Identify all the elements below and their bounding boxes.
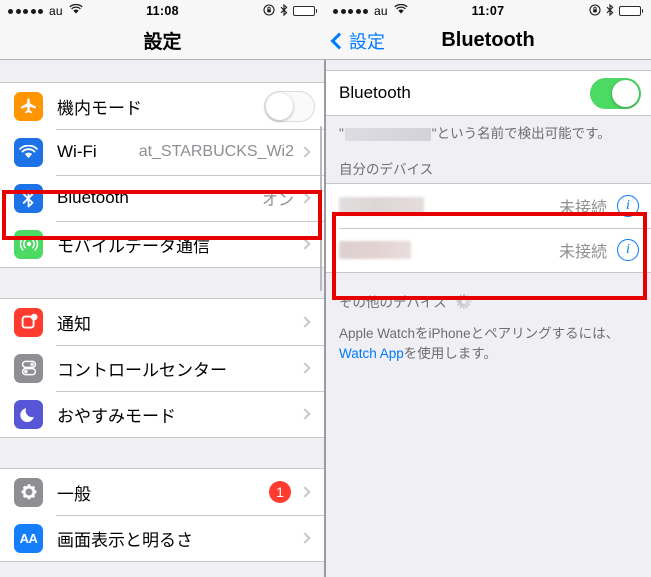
bluetooth-state-value: オン xyxy=(261,192,294,209)
chevron-right-icon xyxy=(299,362,311,374)
battery-full-icon xyxy=(292,6,317,16)
device-row[interactable]: 未接続 i xyxy=(325,228,651,273)
notification-icon xyxy=(14,307,43,337)
redacted-device-name xyxy=(339,197,424,216)
other-devices-header: その他のデバイス xyxy=(325,273,651,317)
airplane-mode-toggle[interactable] xyxy=(264,90,315,122)
cellular-icon xyxy=(14,229,43,259)
list-top-gap xyxy=(325,60,651,70)
footnote-line2: を使用します。 xyxy=(403,345,497,361)
info-circle-icon[interactable]: i xyxy=(617,239,639,262)
settings-row-label: モバイルデータ通信 xyxy=(57,236,210,256)
chevron-right-icon xyxy=(299,238,311,250)
settings-row-label: 機内モード xyxy=(57,98,142,118)
activity-spinner-icon xyxy=(456,293,472,309)
settings-row-label: 一般 xyxy=(57,484,91,504)
settings-row-label: Wi-Fi xyxy=(57,142,97,161)
watch-pairing-footnote: Apple WatchをiPhoneとペアリングするには、 Watch Appを… xyxy=(325,316,651,364)
chevron-right-icon xyxy=(299,146,311,158)
group-separator xyxy=(0,438,325,468)
chevron-right-icon xyxy=(299,532,311,544)
chevron-right-icon xyxy=(299,486,311,498)
settings-group-general: 一般 1 AA 画面表示と明るさ xyxy=(0,468,325,562)
wifi-network-value: at_STARBUCKS_Wi2 xyxy=(138,143,294,160)
group-separator xyxy=(0,268,325,298)
page-title: 設定 xyxy=(143,32,182,53)
back-button[interactable]: 設定 xyxy=(330,28,385,54)
airplane-icon xyxy=(14,91,43,121)
settings-row-cellular[interactable]: モバイルデータ通信 xyxy=(0,221,325,267)
bluetooth-list[interactable]: Bluetooth " "という名前で検出可能です。 自分のデバイス 未接続 i xyxy=(325,60,651,577)
other-devices-header-label: その他のデバイス xyxy=(339,295,447,311)
my-devices-group: 未接続 i 未接続 i xyxy=(325,183,651,274)
display-icon: AA xyxy=(14,523,43,553)
settings-row-display-brightness[interactable]: AA 画面表示と明るさ xyxy=(0,515,325,561)
settings-group-notifications: 通知 コントロールセンター おやすみモード xyxy=(0,298,325,438)
gear-icon xyxy=(14,477,43,507)
settings-screen: au 11:08 設定 機内モード Wi-Fi at_STARBUCKS_Wi2… xyxy=(0,0,325,577)
device-row[interactable]: 未接続 i xyxy=(325,184,651,229)
battery-full-icon xyxy=(618,6,643,16)
my-devices-header: 自分のデバイス xyxy=(325,147,651,184)
settings-row-label: Bluetooth xyxy=(57,188,129,207)
status-bar-right: au 11:07 xyxy=(325,0,651,22)
control-center-icon xyxy=(14,353,43,383)
settings-row-notifications[interactable]: 通知 xyxy=(0,299,325,345)
status-bar-right-group xyxy=(262,3,317,19)
settings-row-label: コントロールセンター xyxy=(57,360,227,380)
caption-prefix: " xyxy=(339,126,344,141)
moon-icon xyxy=(14,399,43,429)
device-status: 未接続 xyxy=(558,200,607,218)
settings-row-label: 通知 xyxy=(57,314,91,334)
settings-row-do-not-disturb[interactable]: おやすみモード xyxy=(0,391,325,437)
settings-row-bluetooth[interactable]: Bluetooth オン xyxy=(0,175,325,221)
settings-list[interactable]: 機内モード Wi-Fi at_STARBUCKS_Wi2 Bluetooth オ… xyxy=(0,60,325,577)
info-circle-icon[interactable]: i xyxy=(617,195,639,218)
dual-screenshot: au 11:08 設定 機内モード Wi-Fi at_STARBUCKS_Wi2… xyxy=(0,0,651,577)
back-button-label: 設定 xyxy=(349,31,385,52)
discoverable-caption: " "という名前で検出可能です。 xyxy=(325,116,651,148)
device-status: 未接続 xyxy=(558,244,607,262)
nav-bar-right: 設定 Bluetooth xyxy=(325,22,651,60)
chevron-right-icon xyxy=(299,408,311,420)
bluetooth-screen: au 11:07 設定 Bluetooth Bluetooth " "という名前… xyxy=(325,0,651,577)
watch-app-link[interactable]: Watch App xyxy=(339,346,404,361)
footnote-line1: Apple WatchをiPhoneとペアリングするには、 xyxy=(339,326,620,342)
settings-row-label: おやすみモード xyxy=(57,406,176,426)
bluetooth-power-row[interactable]: Bluetooth xyxy=(325,71,651,115)
nav-bar-left: 設定 xyxy=(0,22,325,60)
chevron-right-icon xyxy=(299,316,311,328)
settings-row-label: 画面表示と明るさ xyxy=(57,530,193,550)
list-top-gap xyxy=(0,60,325,82)
bluetooth-power-label: Bluetooth xyxy=(339,83,411,102)
bluetooth-status-icon xyxy=(606,3,614,19)
settings-row-airplane-mode[interactable]: 機内モード xyxy=(0,83,325,129)
settings-group-connectivity: 機内モード Wi-Fi at_STARBUCKS_Wi2 Bluetooth オ… xyxy=(0,82,325,268)
rotation-lock-icon xyxy=(262,3,275,19)
panel-divider xyxy=(324,60,326,577)
bluetooth-toggle[interactable] xyxy=(590,77,641,109)
status-bar-right-group xyxy=(588,3,643,19)
bluetooth-toggle-group: Bluetooth xyxy=(325,70,651,116)
settings-row-control-center[interactable]: コントロールセンター xyxy=(0,345,325,391)
bluetooth-icon xyxy=(14,183,43,213)
bluetooth-status-icon xyxy=(280,3,288,19)
chevron-right-icon xyxy=(299,192,311,204)
my-devices-header-label: 自分のデバイス xyxy=(339,162,434,178)
status-badge: 1 xyxy=(269,481,291,503)
scrollbar-indicator[interactable] xyxy=(319,126,322,291)
redacted-device-name xyxy=(339,241,411,260)
rotation-lock-icon xyxy=(588,3,601,19)
redacted-device-name xyxy=(344,127,431,141)
settings-row-general[interactable]: 一般 1 xyxy=(0,469,325,515)
caption-suffix: "という名前で検出可能です。 xyxy=(431,126,611,141)
settings-row-wifi[interactable]: Wi-Fi at_STARBUCKS_Wi2 xyxy=(0,129,325,175)
status-bar-left: au 11:08 xyxy=(0,0,325,22)
wifi-icon xyxy=(14,137,43,167)
chevron-left-icon xyxy=(330,32,348,49)
